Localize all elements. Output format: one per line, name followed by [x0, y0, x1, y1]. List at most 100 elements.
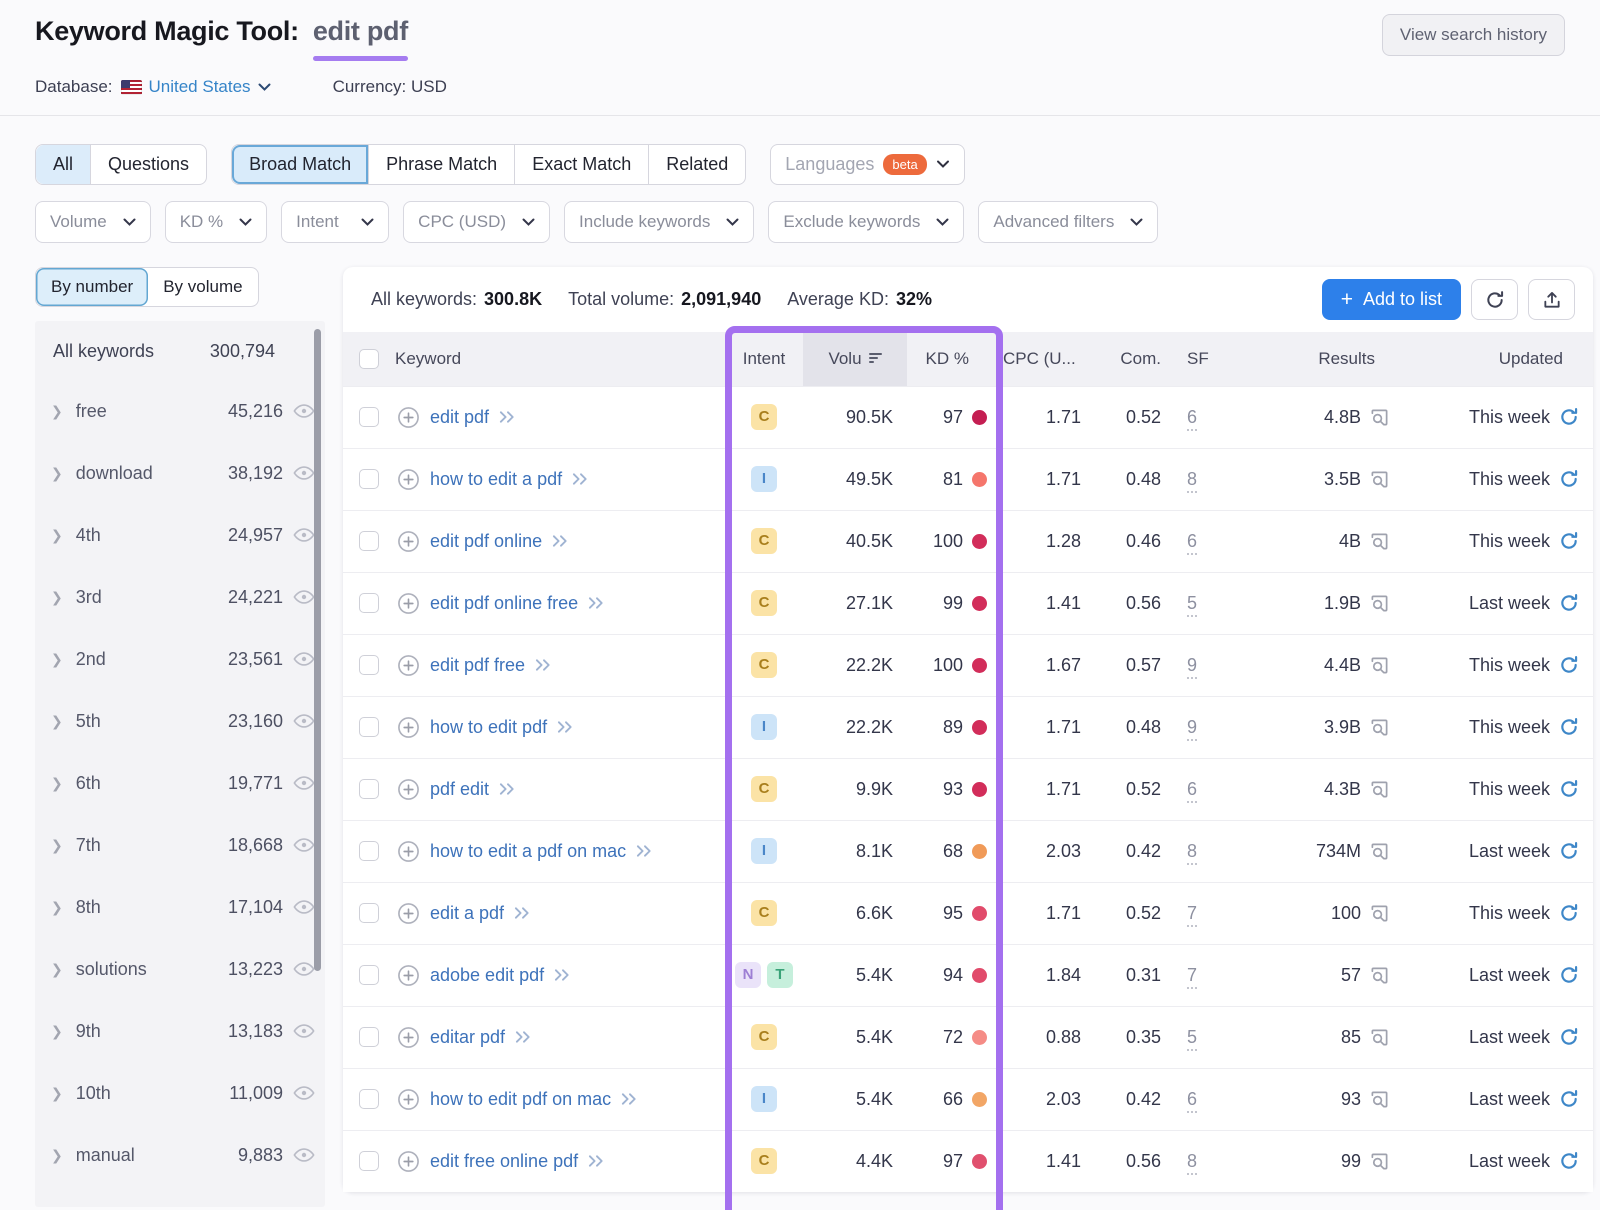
tab-questions[interactable]: Questions — [90, 145, 206, 184]
refresh-icon[interactable] — [1559, 841, 1579, 861]
keyword-link[interactable]: edit pdf online free — [430, 593, 578, 614]
column-kd[interactable]: KD % — [907, 332, 1003, 386]
sf-value[interactable]: 6 — [1187, 407, 1197, 431]
filter-exclude-keywords[interactable]: Exclude keywords — [768, 201, 964, 243]
eye-icon[interactable] — [293, 403, 315, 419]
plus-circle-icon[interactable] — [397, 468, 420, 491]
double-chevron-icon[interactable] — [557, 720, 574, 734]
plus-circle-icon[interactable] — [397, 654, 420, 677]
keyword-link[interactable]: adobe edit pdf — [430, 965, 544, 986]
filter-include-keywords[interactable]: Include keywords — [564, 201, 754, 243]
column-com[interactable]: Com. — [1099, 332, 1187, 386]
eye-icon[interactable] — [293, 465, 315, 481]
sidebar-scrollbar[interactable] — [314, 329, 321, 971]
refresh-icon[interactable] — [1559, 407, 1579, 427]
tab-broad-match[interactable]: Broad Match — [232, 145, 368, 184]
keyword-link[interactable]: edit pdf — [430, 407, 489, 428]
refresh-icon[interactable] — [1559, 1027, 1579, 1047]
refresh-icon[interactable] — [1559, 531, 1579, 551]
sf-value[interactable]: 8 — [1187, 1151, 1197, 1175]
keyword-link[interactable]: edit a pdf — [430, 903, 504, 924]
sidebar-keyword-group[interactable]: ❯ 4th 24,957 — [35, 504, 325, 566]
sf-value[interactable]: 5 — [1187, 593, 1197, 617]
serp-preview-icon[interactable] — [1370, 470, 1389, 489]
refresh-icon[interactable] — [1559, 1151, 1579, 1171]
double-chevron-icon[interactable] — [515, 1030, 532, 1044]
sidebar-keyword-group[interactable]: ❯ 7th 18,668 — [35, 814, 325, 876]
sidebar-keyword-group[interactable]: ❯ 3rd 24,221 — [35, 566, 325, 628]
serp-preview-icon[interactable] — [1370, 718, 1389, 737]
row-checkbox[interactable] — [359, 841, 379, 861]
double-chevron-icon[interactable] — [552, 534, 569, 548]
sf-value[interactable]: 5 — [1187, 1027, 1197, 1051]
eye-icon[interactable] — [293, 713, 315, 729]
export-button[interactable] — [1528, 279, 1575, 320]
double-chevron-icon[interactable] — [514, 906, 531, 920]
plus-circle-icon[interactable] — [397, 592, 420, 615]
eye-icon[interactable] — [293, 527, 315, 543]
column-cpc[interactable]: CPC (U... — [1003, 332, 1099, 386]
row-checkbox[interactable] — [359, 1089, 379, 1109]
refresh-icon[interactable] — [1559, 965, 1579, 985]
sf-value[interactable]: 6 — [1187, 531, 1197, 555]
refresh-icon[interactable] — [1559, 593, 1579, 613]
row-checkbox[interactable] — [359, 531, 379, 551]
row-checkbox[interactable] — [359, 593, 379, 613]
keyword-link[interactable]: edit free online pdf — [430, 1151, 578, 1172]
row-checkbox[interactable] — [359, 407, 379, 427]
filter-volume[interactable]: Volume — [35, 201, 151, 243]
eye-icon[interactable] — [293, 1085, 315, 1101]
refresh-metrics-button[interactable] — [1471, 279, 1518, 320]
refresh-icon[interactable] — [1559, 779, 1579, 799]
toggle-by-volume[interactable]: By volume — [148, 268, 257, 306]
view-search-history-button[interactable]: View search history — [1382, 14, 1565, 56]
double-chevron-icon[interactable] — [588, 596, 605, 610]
sf-value[interactable]: 9 — [1187, 655, 1197, 679]
column-volume[interactable]: Volu — [803, 332, 907, 386]
sf-value[interactable]: 8 — [1187, 841, 1197, 865]
filter-kd[interactable]: KD % — [165, 201, 267, 243]
eye-icon[interactable] — [293, 589, 315, 605]
serp-preview-icon[interactable] — [1370, 1090, 1389, 1109]
eye-icon[interactable] — [293, 961, 315, 977]
serp-preview-icon[interactable] — [1370, 656, 1389, 675]
plus-circle-icon[interactable] — [397, 778, 420, 801]
sf-value[interactable]: 6 — [1187, 779, 1197, 803]
plus-circle-icon[interactable] — [397, 1088, 420, 1111]
row-checkbox[interactable] — [359, 717, 379, 737]
tab-exact-match[interactable]: Exact Match — [514, 145, 648, 184]
tab-all[interactable]: All — [36, 145, 90, 184]
filter-cpc[interactable]: CPC (USD) — [403, 201, 550, 243]
double-chevron-icon[interactable] — [499, 410, 516, 424]
column-keyword[interactable]: Keyword — [395, 332, 725, 386]
double-chevron-icon[interactable] — [621, 1092, 638, 1106]
plus-circle-icon[interactable] — [397, 406, 420, 429]
sidebar-keyword-group[interactable]: ❯ free 45,216 — [35, 380, 325, 442]
filter-intent[interactable]: Intent — [281, 201, 389, 243]
serp-preview-icon[interactable] — [1370, 966, 1389, 985]
plus-circle-icon[interactable] — [397, 530, 420, 553]
refresh-icon[interactable] — [1559, 469, 1579, 489]
sidebar-keyword-group[interactable]: ❯ 6th 19,771 — [35, 752, 325, 814]
languages-dropdown[interactable]: Languages beta — [770, 144, 964, 185]
plus-circle-icon[interactable] — [397, 964, 420, 987]
eye-icon[interactable] — [293, 775, 315, 791]
plus-circle-icon[interactable] — [397, 840, 420, 863]
tab-phrase-match[interactable]: Phrase Match — [368, 145, 514, 184]
add-to-list-button[interactable]: + Add to list — [1322, 279, 1461, 320]
sf-value[interactable]: 7 — [1187, 965, 1197, 989]
keyword-link[interactable]: how to edit pdf — [430, 717, 547, 738]
sidebar-keyword-group[interactable]: ❯ download 38,192 — [35, 442, 325, 504]
sidebar-keyword-group[interactable]: ❯ solutions 13,223 — [35, 938, 325, 1000]
sf-value[interactable]: 8 — [1187, 469, 1197, 493]
serp-preview-icon[interactable] — [1370, 532, 1389, 551]
column-sf[interactable]: SF — [1187, 332, 1247, 386]
keyword-link[interactable]: how to edit a pdf on mac — [430, 841, 626, 862]
serp-preview-icon[interactable] — [1370, 904, 1389, 923]
column-results[interactable]: Results — [1247, 332, 1411, 386]
plus-circle-icon[interactable] — [397, 716, 420, 739]
eye-icon[interactable] — [293, 837, 315, 853]
keyword-link[interactable]: edit pdf free — [430, 655, 525, 676]
sf-value[interactable]: 6 — [1187, 1089, 1197, 1113]
double-chevron-icon[interactable] — [588, 1154, 605, 1168]
